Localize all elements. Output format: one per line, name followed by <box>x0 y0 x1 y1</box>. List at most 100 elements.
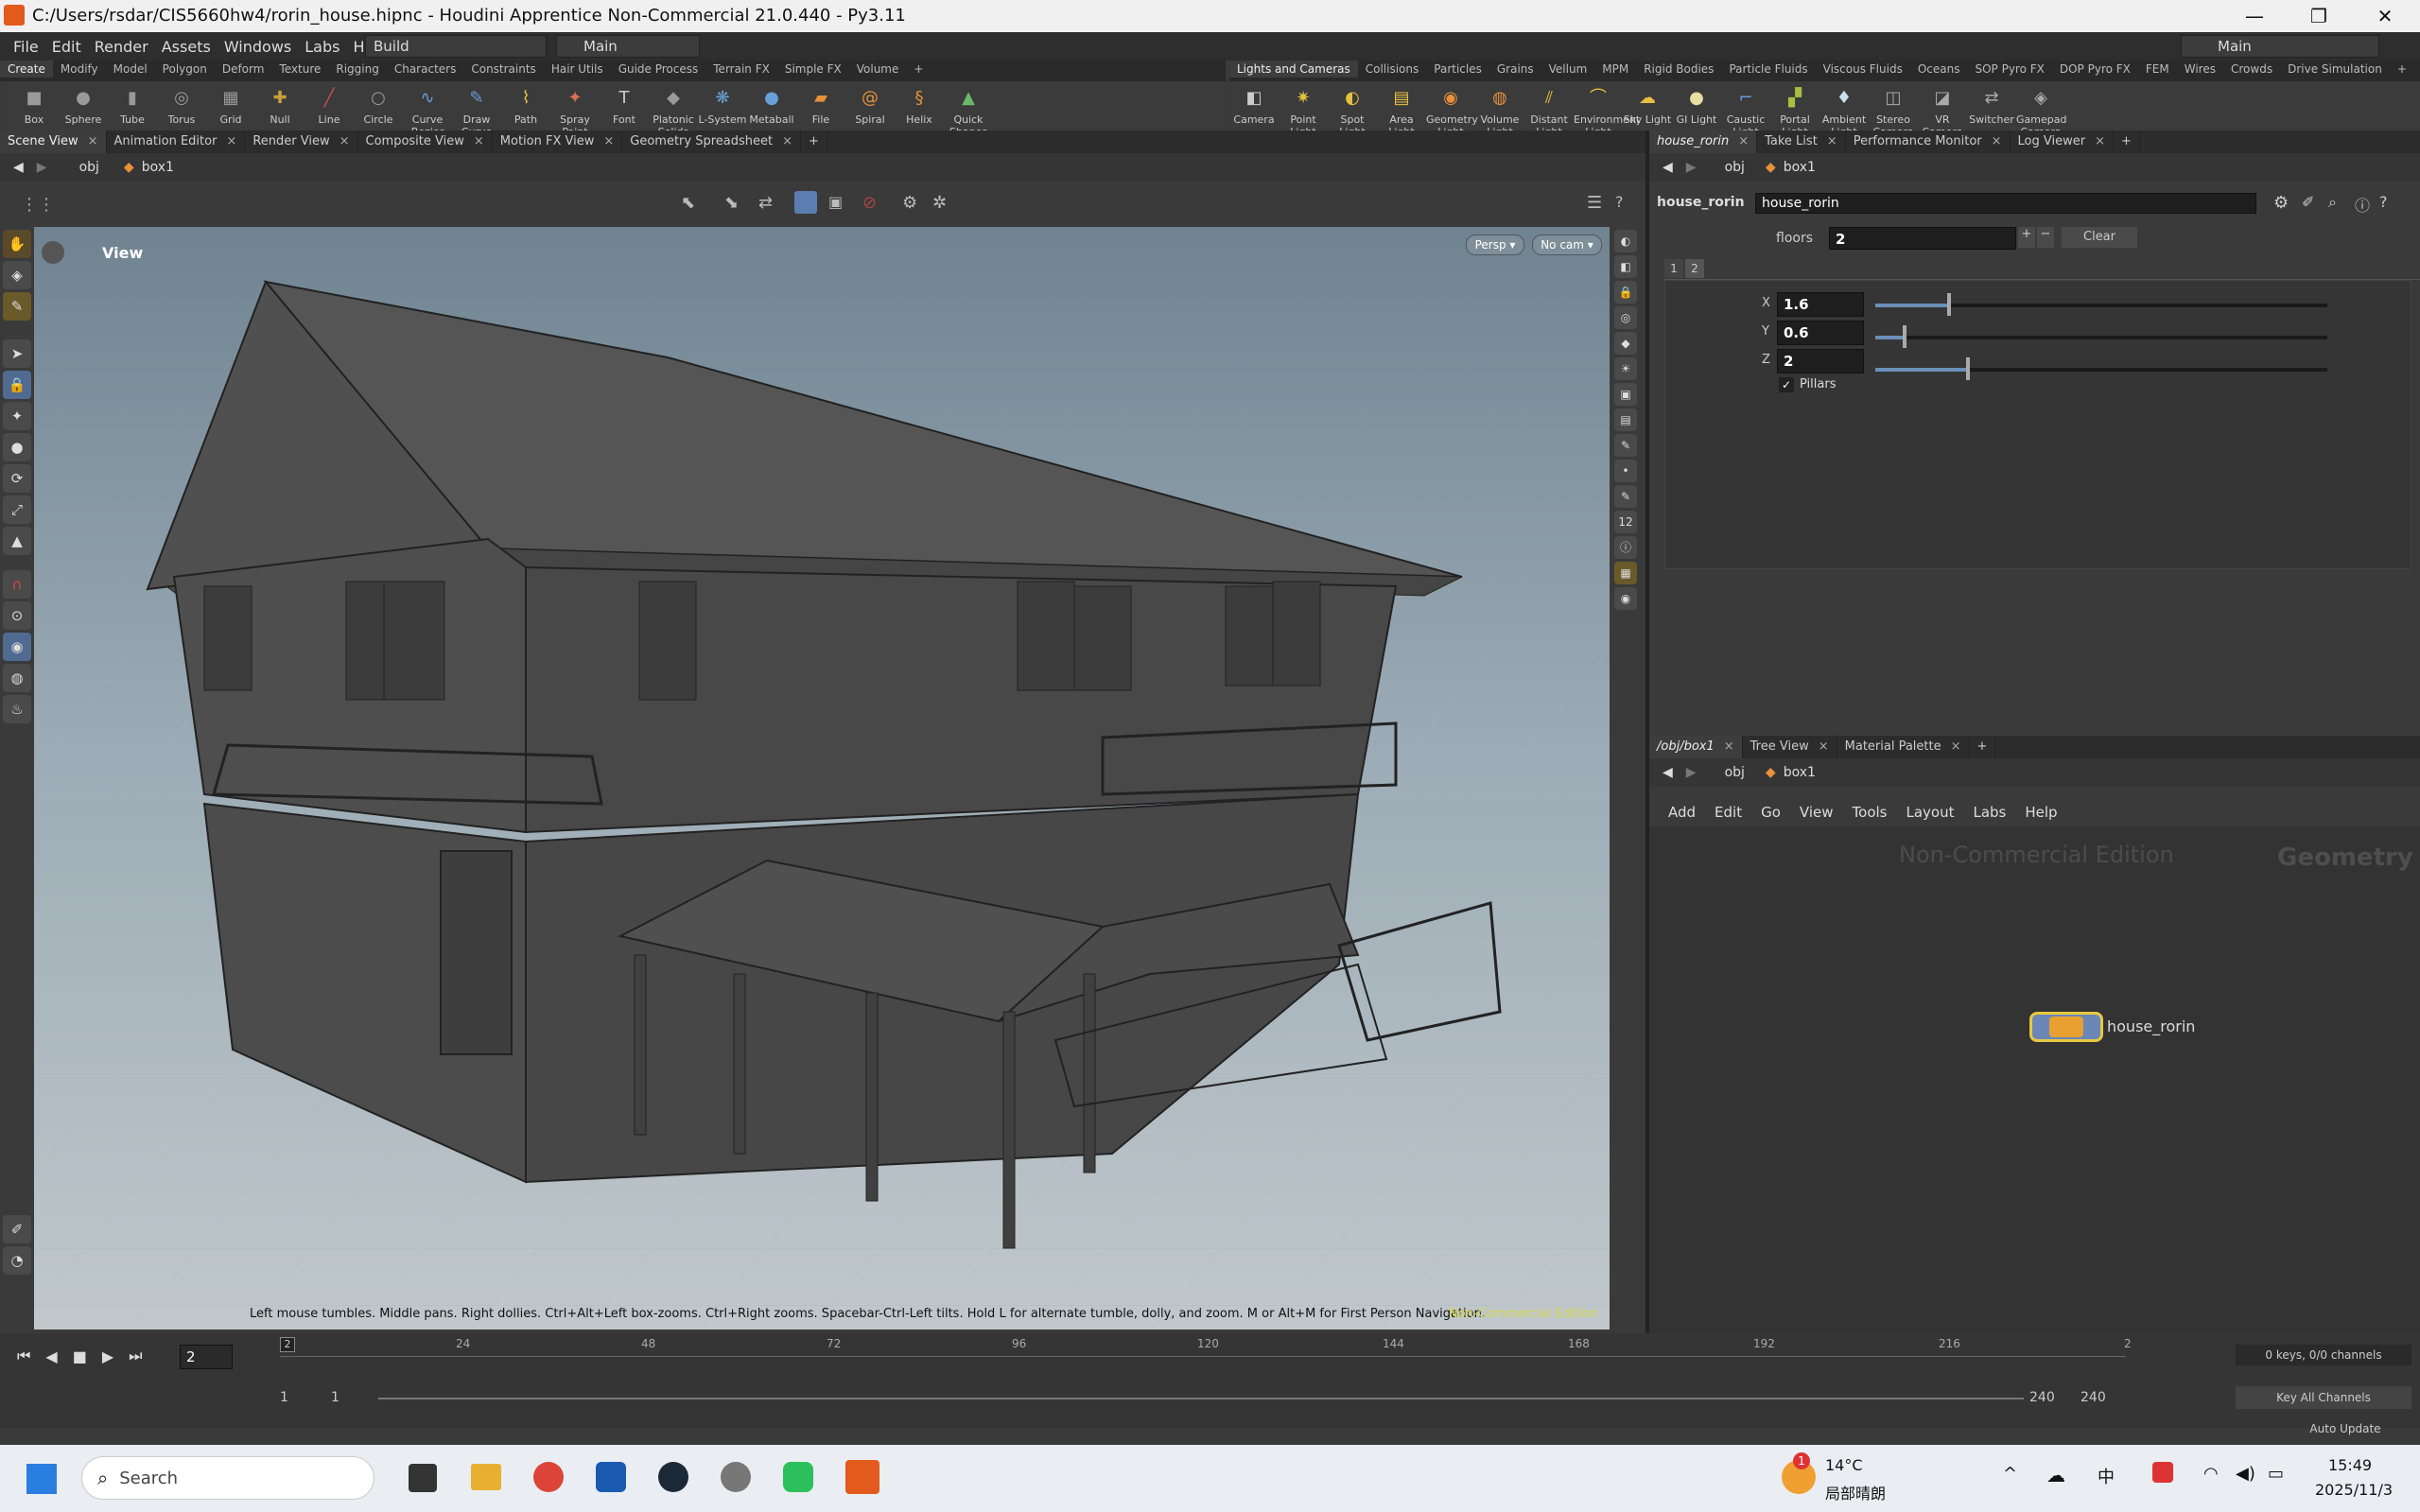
display-icon[interactable]: ◐ <box>1614 230 1637 252</box>
paint-tool-icon[interactable]: ✐ <box>3 1215 31 1243</box>
network-menu-layout[interactable]: Layout <box>1906 804 1954 821</box>
task-view-icon[interactable] <box>409 1464 437 1492</box>
forward-arrow-icon[interactable]: ▶ <box>1686 765 1697 780</box>
shelf-tab[interactable]: Crowds <box>2223 61 2280 78</box>
tray-app-icon[interactable] <box>2152 1462 2173 1483</box>
network-menu-help[interactable]: Help <box>2025 804 2057 821</box>
brush-tool-icon[interactable]: ✦ <box>3 402 31 430</box>
handle-tool-icon[interactable]: ✎ <box>3 292 31 321</box>
jump-end-icon[interactable]: ⏭ <box>129 1347 142 1365</box>
shelf-tab[interactable]: Particles <box>1426 61 1489 78</box>
minimize-button[interactable]: — <box>2228 2 2281 30</box>
shelf-tab[interactable]: Drive Simulation <box>2280 61 2390 78</box>
shelf-tool[interactable]: § Helix <box>895 81 944 130</box>
persp-menu[interactable]: Persp ▾ <box>1466 235 1524 255</box>
close-tab-icon[interactable]: × <box>603 134 614 148</box>
network-menu-edit[interactable]: Edit <box>1715 804 1742 821</box>
close-tab-icon[interactable]: × <box>1951 739 1961 754</box>
path-node[interactable]: box1 <box>1784 160 1816 175</box>
shelf-tab[interactable]: Terrain FX <box>705 61 777 78</box>
back-arrow-icon[interactable]: ◀ <box>1663 765 1673 780</box>
add-tab-button[interactable]: + <box>1970 736 1996 758</box>
shelf-tool[interactable]: ☁ Sky Light <box>1623 81 1672 130</box>
close-tab-icon[interactable]: × <box>88 134 98 148</box>
shelf-tab[interactable]: Vellum <box>1541 61 1595 78</box>
shelf-tool[interactable]: ✚ Null <box>255 81 305 130</box>
auto-update-menu[interactable]: Auto Update <box>2289 1418 2402 1439</box>
range-end[interactable]: 240 <box>2029 1390 2055 1405</box>
maximize-button[interactable]: ❐ <box>2292 2 2345 30</box>
y-field[interactable]: 0.6 <box>1777 321 1864 345</box>
z-slider[interactable] <box>1875 357 2327 380</box>
wechat-icon[interactable] <box>783 1462 813 1492</box>
snap-icon[interactable]: ⚙ <box>902 193 917 213</box>
forward-arrow-icon[interactable]: ▶ <box>1686 160 1697 175</box>
shelf-tool[interactable]: ✦Spray Paint <box>550 81 600 138</box>
path-obj[interactable]: obj <box>1725 765 1745 780</box>
shelf-tool[interactable]: ◆Platonic Solids <box>649 81 698 138</box>
z-field[interactable]: 2 <box>1777 349 1864 374</box>
z-slider-handle[interactable] <box>1965 357 1970 380</box>
close-tab-icon[interactable]: × <box>226 134 236 148</box>
display-icon[interactable]: ◆ <box>1614 332 1637 355</box>
display-icon[interactable]: ▤ <box>1614 408 1637 431</box>
shelf-tool[interactable]: ▦ Grid <box>206 81 255 130</box>
path-node[interactable]: box1 <box>1784 765 1816 780</box>
jump-start-icon[interactable]: ⏮ <box>17 1347 30 1365</box>
shelf-tool[interactable]: ⌒Environment Light <box>1574 81 1640 138</box>
select-edge-icon[interactable]: ⇄ <box>758 193 773 213</box>
multiparm-tab-1[interactable]: 1 <box>1664 259 1683 278</box>
gear-icon[interactable]: ⚙ <box>2273 193 2289 213</box>
range-slider[interactable] <box>378 1398 2024 1399</box>
close-tab-icon[interactable]: × <box>474 134 484 148</box>
lock-tool-icon[interactable]: 🔒 <box>3 371 31 399</box>
tab-scene-view[interactable]: Scene View × <box>0 130 107 153</box>
add-floor-button[interactable]: + <box>2018 227 2035 248</box>
shelf-tab[interactable]: Hair Utils <box>544 61 611 78</box>
close-tab-icon[interactable]: × <box>1992 134 2002 148</box>
floors-field[interactable]: 2 <box>1829 227 2016 250</box>
add-tab-button[interactable]: + <box>801 130 827 153</box>
y-slider-handle[interactable] <box>1902 325 1906 348</box>
select-primitive-icon[interactable]: ⬊ <box>724 193 739 213</box>
select-mode-icon[interactable]: ⬉ <box>681 193 695 213</box>
shelf-tab[interactable]: Oceans <box>1910 61 1968 78</box>
key-all-channels-button[interactable]: Key All Channels <box>2236 1386 2411 1409</box>
network-menu-go[interactable]: Go <box>1761 804 1781 821</box>
network-menu-view[interactable]: View <box>1800 804 1834 821</box>
tab-animation-editor[interactable]: Animation Editor × <box>107 130 246 153</box>
windows-start-icon[interactable] <box>26 1464 57 1494</box>
shelf-tab[interactable]: Wires <box>2177 61 2223 78</box>
stop-icon[interactable]: ■ <box>73 1347 87 1365</box>
close-tab-icon[interactable]: × <box>2095 134 2105 148</box>
shelf-tool[interactable]: ◉Geometry Light <box>1426 81 1478 138</box>
shelf-tab-create[interactable]: Create <box>0 61 53 78</box>
shelf-tab[interactable]: Simple FX <box>777 61 849 78</box>
tab-material-palette[interactable]: Material Palette × <box>1837 736 1970 758</box>
display-icon[interactable]: ✎ <box>1614 434 1637 457</box>
step-back-icon[interactable]: ◀ <box>45 1347 57 1365</box>
shelf-tab[interactable]: SOP Pyro FX <box>1967 61 2051 78</box>
shelf-tool[interactable]: ■ Box <box>9 81 59 130</box>
help-icon[interactable]: ? <box>2379 193 2388 211</box>
viewer-settings-icon[interactable]: ☰ <box>1587 193 1602 213</box>
file-explorer-icon[interactable] <box>471 1464 501 1490</box>
shelf-tool[interactable]: ◈Gamepad Camera <box>2016 81 2066 138</box>
view-tool-icon[interactable]: ◈ <box>3 261 31 289</box>
help-icon[interactable]: ? <box>1615 193 1624 211</box>
shelf-tool[interactable]: ▮ Tube <box>108 81 157 130</box>
grid-menu-icon[interactable]: ⋮⋮ <box>21 195 55 215</box>
view-gear-icon[interactable] <box>42 241 64 264</box>
display-icon[interactable]: 12 <box>1614 511 1637 533</box>
shelf-tool[interactable]: T Font <box>600 81 649 130</box>
shelf-tool[interactable]: ⌇ Path <box>501 81 550 130</box>
network-menu-labs[interactable]: Labs <box>1973 804 2006 821</box>
shelf-tool[interactable]: ● Metaball <box>747 81 796 130</box>
shelf-tool[interactable]: ◪VR Camera <box>1918 81 1967 138</box>
select-group-icon[interactable]: ▣ <box>828 193 843 211</box>
tab-log-viewer[interactable]: Log Viewer × <box>2011 130 2114 153</box>
node-name-field[interactable]: house_rorin <box>1755 193 2256 214</box>
close-tab-icon[interactable]: × <box>1724 739 1734 754</box>
shelf-tool[interactable]: ◐Spot Light <box>1328 81 1377 138</box>
shelf-tab[interactable]: Guide Process <box>611 61 706 78</box>
